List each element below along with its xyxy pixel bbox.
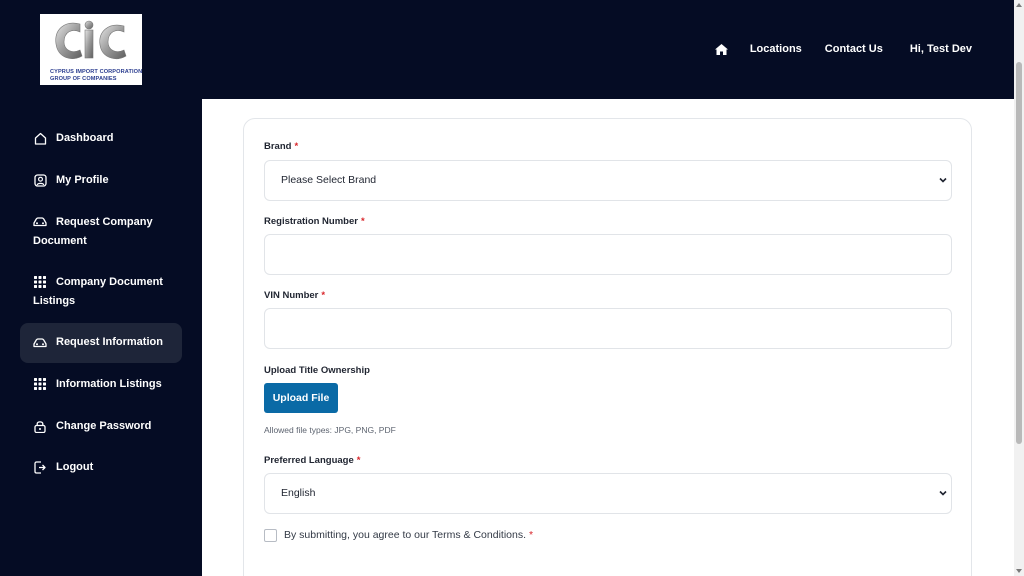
sidebar-item-label-line2: Document	[33, 235, 87, 247]
request-information-form: Brand * Please Select Brand Registration …	[243, 118, 972, 576]
logo-text-line2: GROUP OF COMPANIES	[50, 76, 117, 82]
grid-icon	[33, 275, 47, 289]
sidebar-item-information-listings[interactable]: Information Listings	[20, 374, 182, 395]
allowed-file-types-hint: Allowed file types: JPG, PNG, PDF	[264, 425, 396, 435]
preferred-language-label: Preferred Language *	[264, 455, 361, 466]
terms-agreement-text: By submitting, you agree to our Terms & …	[284, 529, 534, 541]
sidebar-item-change-password[interactable]: Change Password	[20, 416, 182, 437]
brand-label: Brand *	[264, 141, 299, 152]
nav-locations-link[interactable]: Locations	[750, 43, 802, 55]
sidebar-item-label: Dashboard	[56, 132, 114, 144]
upload-file-button[interactable]: Upload File	[264, 383, 338, 413]
sidebar-item-label: My Profile	[56, 174, 109, 186]
chevron-down-icon	[939, 177, 947, 183]
brand-select-value: Please Select Brand	[281, 174, 377, 186]
logout-icon	[33, 460, 47, 474]
chevron-down-icon	[939, 490, 947, 496]
upload-title-ownership-label: Upload Title Ownership	[264, 365, 370, 376]
scroll-up-arrow[interactable]	[1016, 3, 1022, 7]
grid-icon	[33, 377, 47, 391]
vin-number-input[interactable]	[264, 308, 952, 349]
home-outline-icon	[33, 131, 47, 145]
sidebar-item-request-information[interactable]: Request Information	[20, 323, 182, 363]
company-logo[interactable]: CYPRUS IMPORT CORPORATION GROUP OF COMPA…	[40, 14, 142, 85]
registration-number-input[interactable]	[264, 234, 952, 275]
car-icon	[33, 336, 47, 350]
sidebar-item-my-profile[interactable]: My Profile	[20, 170, 182, 191]
required-marker: *	[294, 141, 299, 152]
sidebar-item-label: Request Company	[56, 216, 153, 228]
required-marker: *	[360, 216, 365, 227]
car-icon	[33, 215, 47, 229]
sidebar-item-request-company-document[interactable]: Request Company Document	[20, 212, 182, 252]
sidebar-item-label: Change Password	[56, 420, 152, 432]
required-marker: *	[529, 529, 534, 541]
required-marker: *	[356, 455, 361, 466]
sidebar-item-company-document-listings[interactable]: Company Document Listings	[20, 272, 182, 312]
top-navigation: Locations Contact Us Hi, Test Dev	[714, 40, 972, 58]
nav-contact-link[interactable]: Contact Us	[825, 43, 883, 55]
user-square-icon	[33, 173, 47, 187]
sidebar-item-label: Company Document	[56, 276, 163, 288]
page: CYPRUS IMPORT CORPORATION GROUP OF COMPA…	[0, 0, 1014, 576]
lock-icon	[33, 419, 47, 433]
sidebar-item-logout[interactable]: Logout	[20, 457, 182, 478]
language-select-value: English	[281, 487, 316, 499]
scroll-down-arrow[interactable]	[1016, 569, 1022, 573]
page-scrollbar[interactable]	[1014, 0, 1024, 576]
scrollbar-thumb[interactable]	[1016, 62, 1022, 444]
required-marker: *	[321, 290, 326, 301]
registration-number-label: Registration Number *	[264, 216, 365, 227]
logo-text-line1: CYPRUS IMPORT CORPORATION	[50, 69, 143, 75]
sidebar-item-label-line2: Listings	[33, 295, 76, 307]
terms-checkbox[interactable]	[264, 529, 277, 542]
vin-number-label: VIN Number *	[264, 290, 326, 301]
cic-logo-mark	[55, 20, 127, 59]
sidebar-item-label: Request Information	[56, 336, 163, 348]
preferred-language-select[interactable]: English	[264, 473, 952, 514]
sidebar-item-dashboard[interactable]: Dashboard	[20, 128, 182, 149]
user-greeting-menu[interactable]: Hi, Test Dev	[910, 43, 972, 55]
main-content: Brand * Please Select Brand Registration …	[202, 99, 1014, 576]
sidebar-item-label: Information Listings	[56, 378, 162, 390]
home-icon[interactable]	[714, 42, 729, 56]
brand-select[interactable]: Please Select Brand	[264, 160, 952, 201]
sidebar-item-label: Logout	[56, 461, 94, 473]
